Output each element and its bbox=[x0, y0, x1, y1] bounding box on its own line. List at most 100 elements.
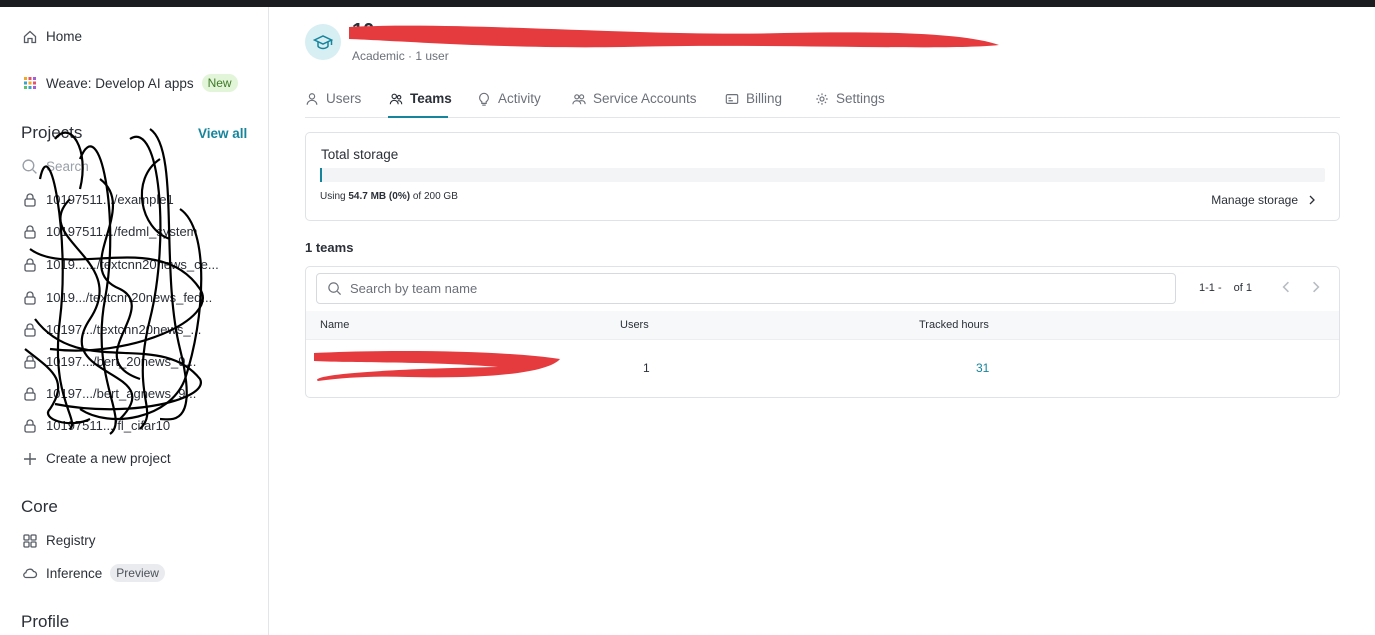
chevron-right-icon bbox=[1309, 195, 1315, 205]
sidebar: Home Weave: Develop AI apps New Projects… bbox=[0, 7, 269, 635]
lightbulb-icon bbox=[479, 92, 489, 106]
sidebar-item-label: Inference bbox=[46, 565, 103, 581]
tab-teams[interactable]: Teams bbox=[389, 91, 452, 106]
team-search-input[interactable] bbox=[350, 281, 1150, 296]
tab-label: Settings bbox=[836, 91, 885, 106]
next-page-button[interactable] bbox=[1310, 280, 1324, 294]
home-icon bbox=[21, 28, 38, 45]
lock-icon bbox=[21, 385, 38, 402]
tab-label: Users bbox=[326, 91, 362, 106]
main-content: 10 Academic · 1 user Users Teams Activit… bbox=[269, 7, 1375, 635]
sidebar-item-inference[interactable]: Inference Preview bbox=[21, 564, 165, 582]
column-header-users[interactable]: Users bbox=[620, 319, 649, 331]
lock-icon bbox=[21, 289, 38, 306]
chevron-left-icon bbox=[1282, 281, 1289, 293]
column-header-tracked-hours[interactable]: Tracked hours bbox=[919, 319, 989, 331]
storage-used-value: 54.7 MB (0%) bbox=[348, 191, 411, 202]
red-redaction-mark bbox=[349, 25, 999, 48]
tab-label: Billing bbox=[746, 91, 783, 106]
project-name: 10197511.../fl_cifar10 bbox=[46, 418, 171, 433]
tab-users[interactable]: Users bbox=[305, 91, 361, 106]
lock-icon bbox=[21, 353, 38, 370]
chevron-right-icon bbox=[1313, 281, 1320, 293]
sidebar-project-item[interactable]: 1019....../textcnn20news_ce... bbox=[21, 256, 219, 273]
billing-icon bbox=[725, 93, 739, 104]
cloud-icon bbox=[21, 565, 38, 582]
storage-title: Total storage bbox=[321, 147, 399, 162]
sidebar-project-item[interactable]: 10197.../textcnn20news_... bbox=[21, 321, 201, 338]
view-all-projects-link[interactable]: View all bbox=[198, 126, 247, 141]
org-name: 10 bbox=[352, 20, 375, 42]
pagination-info: 1-1 - of 1 bbox=[1199, 282, 1252, 294]
profile-heading: Profile bbox=[21, 612, 70, 631]
teams-table-card: 1-1 - of 1 Name Users Tracked hours 1 31 bbox=[305, 266, 1340, 398]
graduation-cap-icon bbox=[313, 35, 333, 50]
sidebar-project-item[interactable]: 10197.../bert_20news_9... bbox=[21, 353, 196, 370]
tab-label: Activity bbox=[498, 91, 541, 106]
tab-activity[interactable]: Activity bbox=[477, 91, 541, 106]
preview-badge: Preview bbox=[110, 564, 165, 582]
sidebar-item-label: Weave: Develop AI apps bbox=[46, 75, 194, 91]
tab-label: Teams bbox=[410, 91, 452, 106]
red-redaction-mark bbox=[314, 351, 560, 381]
lock-icon bbox=[21, 191, 38, 208]
storage-total: of 200 GB bbox=[412, 191, 458, 202]
sidebar-item-label: Registry bbox=[46, 533, 96, 548]
pager-total: of 1 bbox=[1233, 282, 1252, 294]
tab-billing[interactable]: Billing bbox=[725, 91, 782, 106]
table-header: Name Users Tracked hours bbox=[306, 311, 1339, 340]
sidebar-project-item[interactable]: 10197511.../fedml_system bbox=[21, 223, 198, 240]
sidebar-item-registry[interactable]: Registry bbox=[21, 532, 96, 549]
org-tabs: Users Teams Activity Service Accounts Bi… bbox=[305, 83, 1340, 118]
storage-usage-text: Using 54.7 MB (0%) of 200 GB bbox=[320, 191, 458, 202]
tab-service-accounts[interactable]: Service Accounts bbox=[572, 91, 697, 106]
sidebar-item-weave[interactable]: Weave: Develop AI apps New bbox=[21, 74, 238, 92]
team-search[interactable] bbox=[316, 273, 1176, 304]
active-tab-indicator bbox=[388, 116, 448, 118]
team-users-count: 1 bbox=[643, 361, 650, 375]
column-header-name[interactable]: Name bbox=[320, 319, 349, 331]
lock-icon bbox=[21, 321, 38, 338]
sidebar-project-item[interactable]: 10197511.../fl_cifar10 bbox=[21, 417, 170, 434]
new-badge: New bbox=[201, 74, 238, 92]
create-project-label: Create a new project bbox=[46, 451, 171, 466]
project-search-placeholder: Search bbox=[46, 159, 89, 174]
team-tracked-hours[interactable]: 31 bbox=[976, 361, 989, 375]
storage-usage-bar bbox=[320, 168, 1325, 182]
gear-icon bbox=[816, 92, 828, 105]
prev-page-button[interactable] bbox=[1280, 280, 1294, 294]
projects-heading: Projects bbox=[21, 123, 83, 142]
registry-icon bbox=[21, 532, 38, 549]
pager-range: 1-1 - bbox=[1199, 282, 1222, 294]
sidebar-project-item[interactable]: 1019.../textcnn20news_fed... bbox=[21, 289, 212, 306]
sidebar-project-item[interactable]: 10197511.../example1 bbox=[21, 191, 174, 208]
search-icon bbox=[22, 159, 37, 174]
storage-usage-fill bbox=[320, 168, 322, 182]
teams-count: 1 teams bbox=[305, 240, 354, 255]
search-icon bbox=[328, 282, 342, 296]
create-project-button[interactable]: Create a new project bbox=[21, 450, 171, 467]
lock-icon bbox=[21, 256, 38, 273]
lock-icon bbox=[21, 223, 38, 240]
weave-logo-icon bbox=[21, 75, 38, 92]
project-search[interactable]: Search bbox=[21, 158, 89, 175]
manage-storage-label: Manage storage bbox=[1211, 193, 1298, 207]
tab-label: Service Accounts bbox=[593, 91, 697, 106]
project-name: 1019.../textcnn20news_fed... bbox=[46, 290, 213, 305]
top-bar bbox=[0, 0, 1375, 7]
sidebar-project-item[interactable]: 10197.../bert_agnews_9... bbox=[21, 385, 196, 402]
tab-settings[interactable]: Settings bbox=[815, 91, 885, 106]
org-avatar bbox=[305, 24, 341, 60]
core-heading: Core bbox=[21, 497, 58, 516]
plus-icon bbox=[21, 450, 38, 467]
project-name: 10197.../bert_20news_9... bbox=[46, 354, 197, 369]
storage-using-prefix: Using bbox=[320, 191, 346, 202]
sidebar-item-label: Home bbox=[46, 29, 83, 44]
sidebar-item-home[interactable]: Home bbox=[21, 28, 82, 45]
manage-storage-link[interactable]: Manage storage bbox=[1211, 193, 1317, 207]
lock-icon bbox=[21, 417, 38, 434]
org-subtitle: Academic · 1 user bbox=[352, 49, 449, 63]
project-name: 10197.../textcnn20news_... bbox=[46, 322, 202, 337]
users-icon bbox=[389, 93, 403, 104]
project-name: 10197511.../example1 bbox=[46, 192, 174, 207]
